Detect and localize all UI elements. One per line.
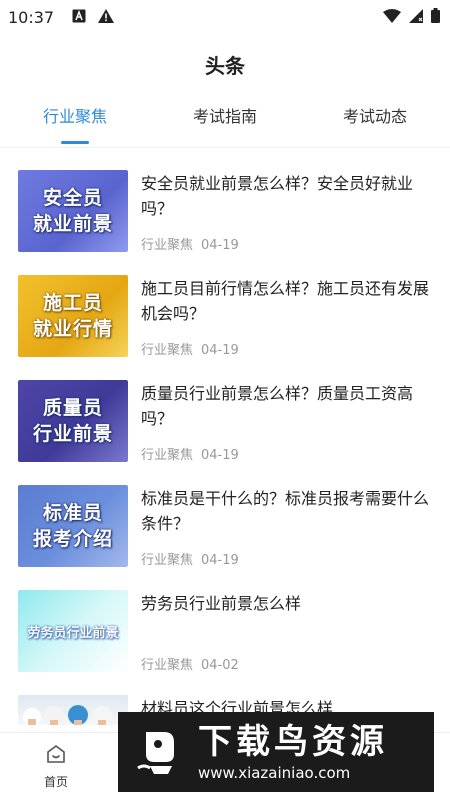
article-date: 04-02: [201, 658, 239, 673]
article-meta: 行业聚焦 04-19: [141, 339, 432, 358]
bird-logo-icon: [130, 724, 186, 780]
tab-industry-focus[interactable]: 行业聚焦: [0, 96, 150, 148]
thumbnail-text: 安全员: [42, 187, 103, 209]
article-thumbnail: 质量员 行业前景: [18, 380, 128, 462]
thumbnail-text: 标准员: [42, 502, 103, 524]
article-category: 行业聚焦: [141, 658, 194, 673]
thumbnail-text: 报考介绍: [32, 528, 113, 550]
article-thumbnail: 劳务员行业前景: [18, 590, 128, 672]
article-title: 质量员行业前景怎么样？质量员工资高吗？: [141, 384, 414, 428]
app-a-icon: [72, 8, 86, 27]
article-title: 安全员就业前景怎么样？安全员好就业吗？: [141, 174, 414, 218]
tab-exam-news[interactable]: 考试动态: [300, 96, 450, 148]
status-time: 10:37: [8, 7, 55, 27]
list-item[interactable]: 施工员 就业行情 施工员目前行情怎么样？施工员还有发展机会吗？ 行业聚焦 04-1…: [0, 253, 450, 358]
battery-icon: [431, 7, 440, 27]
article-thumbnail: [18, 695, 128, 725]
warning-icon: [98, 8, 115, 27]
thumbnail-text: 就业前景: [32, 213, 113, 235]
article-category: 行业聚焦: [141, 448, 194, 463]
list-item[interactable]: 质量员 行业前景 质量员行业前景怎么样？质量员工资高吗？ 行业聚焦 04-19: [0, 358, 450, 463]
nav-label-home: 首页: [43, 775, 68, 789]
nav-item-home[interactable]: 首页: [0, 733, 112, 800]
article-meta: 行业聚焦 04-19: [141, 234, 432, 253]
signal-icon: [409, 8, 423, 27]
article-category: 行业聚焦: [141, 343, 194, 358]
article-thumbnail: 施工员 就业行情: [18, 275, 128, 357]
article-thumbnail: 标准员 报考介绍: [18, 485, 128, 567]
list-item[interactable]: 安全员 就业前景 安全员就业前景怎么样？安全员好就业吗？ 行业聚焦 04-19: [0, 148, 450, 253]
article-meta: 行业聚焦 04-02: [141, 654, 432, 673]
article-title: 劳务员行业前景怎么样: [141, 594, 302, 613]
category-tabs: 行业聚焦 考试指南 考试动态: [0, 96, 450, 148]
wifi-icon: [383, 8, 401, 27]
list-item[interactable]: 标准员 报考介绍 标准员是干什么的？标准员报考需要什么条件？ 行业聚焦 04-19: [0, 463, 450, 568]
watermark-title: 下载鸟资源: [198, 722, 388, 762]
thumbnail-text: 就业行情: [32, 318, 113, 340]
thumbnail-text: 行业前景: [32, 423, 113, 445]
news-list: 安全员 就业前景 安全员就业前景怎么样？安全员好就业吗？ 行业聚焦 04-19 施…: [0, 148, 450, 732]
page-title: 头条: [205, 54, 245, 78]
article-meta: 行业聚焦 04-19: [141, 549, 432, 568]
article-meta: 行业聚焦 04-19: [141, 444, 432, 463]
site-watermark: 下载鸟资源 www.xiazainiao.com: [118, 712, 434, 792]
article-date: 04-19: [201, 238, 239, 253]
article-title: 标准员是干什么的？标准员报考需要什么条件？: [141, 489, 430, 533]
tab-exam-guide[interactable]: 考试指南: [150, 96, 300, 148]
thumbnail-text: 质量员: [42, 397, 103, 419]
article-date: 04-19: [201, 448, 239, 463]
watermark-url: www.xiazainiao.com: [198, 764, 351, 782]
article-thumbnail: 安全员 就业前景: [18, 170, 128, 252]
article-category: 行业聚焦: [141, 238, 194, 253]
thumbnail-text: 劳务员行业前景: [27, 625, 119, 641]
thumbnail-text: 施工员: [42, 292, 103, 314]
home-icon: [45, 743, 67, 769]
article-category: 行业聚焦: [141, 553, 194, 568]
status-bar: 10:37: [0, 0, 450, 34]
article-title: 施工员目前行情怎么样？施工员还有发展机会吗？: [141, 279, 430, 323]
list-item[interactable]: 劳务员行业前景 劳务员行业前景怎么样 行业聚焦 04-02: [0, 568, 450, 673]
article-date: 04-19: [201, 343, 239, 358]
article-date: 04-19: [201, 553, 239, 568]
page-header: 头条: [0, 44, 450, 88]
